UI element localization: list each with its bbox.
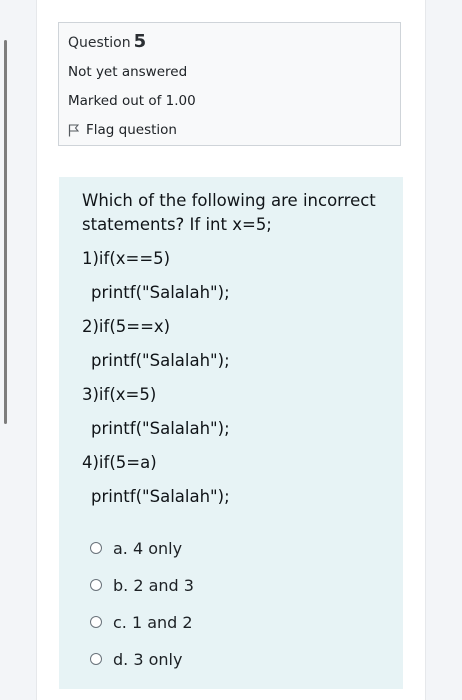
- code-line: printf("Salalah");: [91, 487, 230, 506]
- answer-option-d[interactable]: d. 3 only: [82, 646, 403, 672]
- flag-question-label: Flag question: [86, 122, 177, 138]
- radio-button[interactable]: [90, 579, 102, 591]
- question-number-heading: Question 5: [68, 30, 400, 55]
- question-grade: Marked out of 1.00: [68, 93, 196, 109]
- left-page-margin: [0, 0, 37, 700]
- right-page-margin: [425, 0, 462, 700]
- answer-label: a. 4 only: [113, 538, 183, 558]
- question-status: Not yet answered: [68, 64, 188, 80]
- radio-button[interactable]: [90, 653, 102, 665]
- code-line: 3)if(x=5): [82, 385, 157, 404]
- question-number: 5: [133, 31, 147, 52]
- answer-option-c[interactable]: c. 1 and 2: [82, 609, 403, 635]
- question-text-line-2: statements? If int x=5;: [82, 215, 272, 234]
- answer-options: a. 4 only b. 2 and 3 c. 1 and 2 d. 3 onl…: [82, 535, 403, 672]
- question-label: Question: [68, 35, 131, 51]
- question-text-line-1: Which of the following are incorrect: [82, 191, 376, 210]
- code-line: 4)if(5=a): [82, 453, 157, 472]
- flag-icon: [68, 124, 79, 136]
- answer-option-a[interactable]: a. 4 only: [82, 535, 403, 561]
- flag-question-link[interactable]: Flag question: [68, 118, 400, 142]
- radio-button[interactable]: [90, 616, 102, 628]
- code-line: printf("Salalah");: [91, 283, 230, 302]
- answer-label: d. 3 only: [113, 649, 183, 669]
- answer-option-b[interactable]: b. 2 and 3: [82, 572, 403, 598]
- code-line: printf("Salalah");: [91, 419, 230, 438]
- question-info-box: Question 5 Not yet answered Marked out of…: [58, 22, 401, 146]
- scrollbar-thumb[interactable]: [4, 40, 7, 424]
- answer-label: c. 1 and 2: [113, 612, 193, 632]
- code-line: printf("Salalah");: [91, 351, 230, 370]
- radio-button[interactable]: [90, 542, 102, 554]
- question-content: Which of the following are incorrect sta…: [59, 177, 403, 689]
- code-line: 2)if(5==x): [82, 317, 171, 336]
- answer-label: b. 2 and 3: [113, 575, 194, 595]
- code-line: 1)if(x==5): [82, 249, 171, 268]
